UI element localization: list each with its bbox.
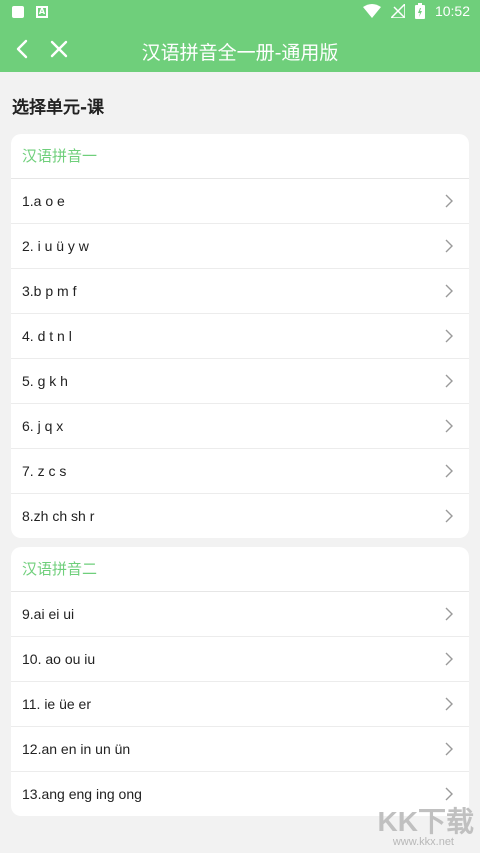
lesson-row[interactable]: 11. ie üe er — [11, 682, 469, 727]
lesson-label: 7. z c s — [22, 463, 67, 479]
section-title: 选择单元-课 — [12, 98, 105, 118]
lesson-row[interactable]: 2. i u ü y w — [11, 224, 469, 269]
watermark-logo: KK下载 — [377, 806, 474, 837]
lesson-label: 13.ang eng ing ong — [22, 786, 142, 802]
chevron-right-icon — [445, 329, 453, 343]
chevron-right-icon — [445, 464, 453, 478]
unit-header: 汉语拼音一 — [11, 134, 469, 179]
chevron-right-icon — [445, 652, 453, 666]
lesson-row[interactable]: 8.zh ch sh r — [11, 494, 469, 538]
lesson-row[interactable]: 12.an en in un ün — [11, 727, 469, 772]
unit-card-2: 汉语拼音二 9.ai ei ui 10. ao ou iu 11. ie üe er… — [11, 547, 469, 816]
lesson-row[interactable]: 7. z c s — [11, 449, 469, 494]
lesson-label: 3.b p m f — [22, 283, 77, 299]
lesson-label: 10. ao ou iu — [22, 651, 96, 667]
lesson-label: 5. g k h — [22, 373, 68, 389]
watermark-url: www.kkx.net — [392, 836, 454, 848]
lesson-row[interactable]: 9.ai ei ui — [11, 592, 469, 637]
lesson-label: 11. ie üe er — [22, 696, 92, 712]
no-signal-icon — [390, 4, 405, 18]
lesson-row[interactable]: 3.b p m f — [11, 269, 469, 314]
lesson-label: 9.ai ei ui — [22, 606, 75, 622]
status-bar: A 10:52 — [0, 0, 480, 26]
lesson-label: 12.an en in un ün — [22, 741, 131, 757]
unit-card-1: 汉语拼音一 1.a o e 2. i u ü y w 3.b p m f 4. d t… — [11, 134, 469, 538]
lesson-label: 1.a o e — [22, 193, 65, 209]
chevron-right-icon — [445, 239, 453, 253]
chevron-right-icon — [445, 284, 453, 298]
lesson-label: 4. d t n l — [22, 328, 72, 344]
chevron-right-icon — [445, 742, 453, 756]
lesson-label: 2. i u ü y w — [22, 238, 89, 254]
wifi-icon — [362, 4, 381, 18]
chevron-right-icon — [445, 419, 453, 433]
lesson-row[interactable]: 6. j q x — [11, 404, 469, 449]
keyboard-notification-icon: A — [36, 6, 48, 18]
chevron-right-icon — [445, 509, 453, 523]
lesson-row[interactable]: 1.a o e — [11, 179, 469, 224]
chevron-right-icon — [445, 607, 453, 621]
app-bar: 汉语拼音全一册-通用版 — [0, 26, 480, 72]
status-time: 10:52 — [434, 3, 470, 19]
unit-header: 汉语拼音二 — [11, 547, 469, 592]
lesson-label: 6. j q x — [22, 418, 64, 434]
lesson-row[interactable]: 5. g k h — [11, 359, 469, 404]
lesson-row[interactable]: 4. d t n l — [11, 314, 469, 359]
notification-icon — [12, 6, 24, 18]
lesson-row[interactable]: 10. ao ou iu — [11, 637, 469, 682]
battery-icon — [414, 3, 425, 19]
chevron-right-icon — [445, 787, 453, 801]
lesson-label: 8.zh ch sh r — [22, 508, 95, 524]
chevron-right-icon — [445, 374, 453, 388]
chevron-right-icon — [445, 194, 453, 208]
page-title: 汉语拼音全一册-通用版 — [141, 42, 339, 64]
chevron-right-icon — [445, 697, 453, 711]
